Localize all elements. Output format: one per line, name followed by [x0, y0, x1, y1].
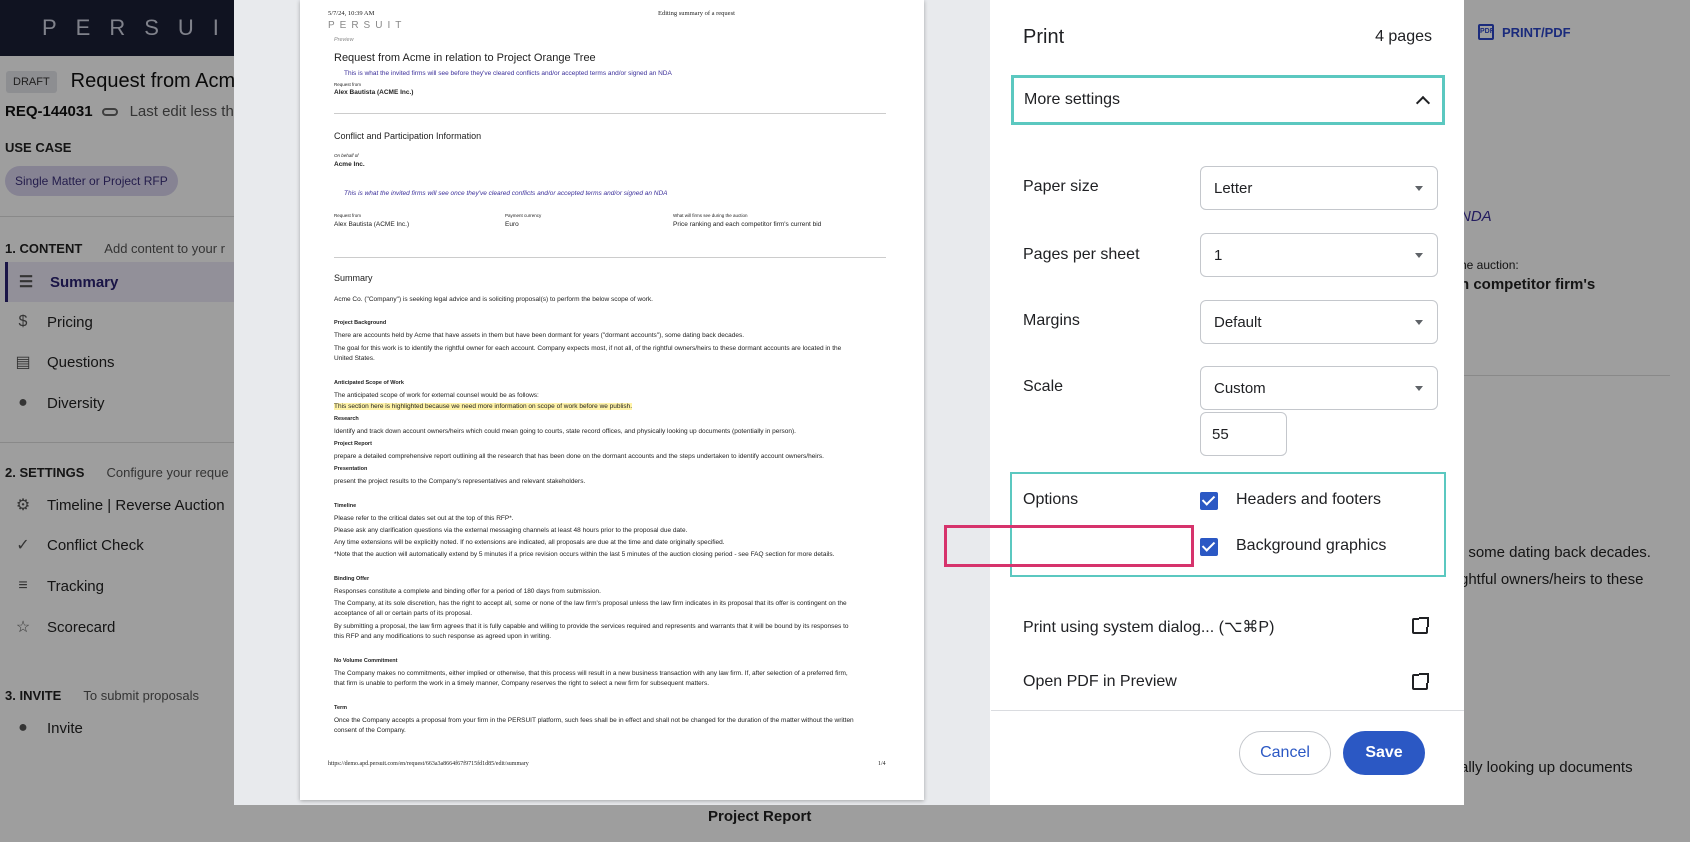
- paper-size-select[interactable]: Letter: [1200, 166, 1438, 210]
- preview-field-label: What will firms see during the auction: [673, 213, 748, 218]
- preview-text: By submitting a proposal, the law firm a…: [334, 623, 849, 630]
- preview-text: United States.: [334, 355, 375, 362]
- preview-notice: This is what the invited firms will see …: [344, 70, 672, 77]
- footer-divider: [991, 710, 1464, 711]
- preview-field-label: Request from: [334, 82, 362, 87]
- open-pdf-link[interactable]: Open PDF in Preview: [1023, 673, 1177, 691]
- scale-select[interactable]: Custom: [1200, 366, 1438, 410]
- preview-text: present the project results to the Compa…: [334, 478, 586, 485]
- preview-subheading: Project Background: [334, 320, 387, 326]
- preview-field-value: Euro: [505, 221, 519, 228]
- headers-footers-checkbox[interactable]: [1200, 492, 1218, 510]
- chevron-up-icon: [1415, 95, 1431, 110]
- preview-brand: PERSUIT: [328, 20, 407, 31]
- cancel-button[interactable]: Cancel: [1239, 731, 1331, 775]
- preview-heading: Conflict and Participation Information: [334, 131, 482, 141]
- print-settings-panel: Print 4 pages More settings Paper size L…: [991, 0, 1464, 805]
- print-title: Print: [1023, 26, 1065, 48]
- preview-subheading: Timeline: [334, 503, 357, 509]
- preview-field-label: On behalf of: [334, 153, 359, 158]
- dropdown-caret-icon: [1415, 386, 1423, 391]
- preview-text: that firm is unable to perform the work …: [334, 680, 709, 687]
- preview-subheading: Presentation: [334, 466, 368, 472]
- preview-footer-url: https://demo.apd.persuit.com/en/request/…: [328, 761, 529, 767]
- pages-per-sheet-value: 1: [1214, 246, 1223, 264]
- preview-text: prepare a detailed comprehensive report …: [334, 453, 824, 460]
- preview-text: Please ask any clarification questions v…: [334, 527, 688, 534]
- more-settings-label: More settings: [1024, 91, 1121, 108]
- preview-subheading: Research: [334, 416, 359, 422]
- preview-text: Once the Company accepts a proposal from…: [334, 717, 854, 724]
- preview-notice: This is what the invited firms will see …: [344, 190, 668, 197]
- headers-footers-label: Headers and footers: [1236, 491, 1381, 508]
- preview-text: The anticipated scope of work for extern…: [334, 392, 539, 399]
- margins-value: Default: [1214, 313, 1262, 331]
- pages-per-sheet-select[interactable]: 1: [1200, 233, 1438, 277]
- print-preview-pane: 5/7/24, 10:39 AM Editing summary of a re…: [234, 0, 990, 805]
- preview-header-title: Editing summary of a request: [658, 10, 735, 17]
- preview-header-date: 5/7/24, 10:39 AM: [328, 10, 375, 17]
- preview-text: Identify and track down account owners/h…: [334, 428, 796, 435]
- preview-text: this RFP and any modifications to such r…: [334, 633, 552, 640]
- scale-label: Scale: [1023, 378, 1064, 395]
- preview-text: There are accounts held by Acme that hav…: [334, 332, 745, 339]
- dropdown-caret-icon: [1415, 253, 1423, 258]
- system-dialog-link[interactable]: Print using system dialog... (⌥⌘P): [1023, 617, 1274, 637]
- scale-input[interactable]: 55: [1200, 412, 1287, 456]
- preview-text: consent of the Company.: [334, 727, 406, 734]
- print-dialog: 5/7/24, 10:39 AM Editing summary of a re…: [234, 0, 1464, 805]
- preview-title: Request from Acme in relation to Project…: [334, 52, 596, 64]
- preview-text: Responses constitute a complete and bind…: [334, 588, 601, 595]
- preview-field-value: Alex Bautista (ACME Inc.): [334, 89, 414, 96]
- preview-text: The Company, at its sole discretion, has…: [334, 600, 847, 607]
- external-link-icon[interactable]: [1412, 617, 1429, 634]
- preview-field-value: Price ranking and each competitor firm's…: [673, 221, 822, 228]
- preview-field-value: Acme Inc.: [334, 161, 365, 168]
- paper-size-value: Letter: [1214, 179, 1253, 197]
- background-graphics-highlight: [944, 525, 1194, 567]
- preview-text: Any time extensions will be explicitly n…: [334, 539, 725, 546]
- margins-select[interactable]: Default: [1200, 300, 1438, 344]
- preview-field-label: Request from: [334, 213, 362, 218]
- preview-text: acceptance of all or certain parts of it…: [334, 610, 473, 617]
- preview-label: Preview: [334, 37, 354, 43]
- save-button[interactable]: Save: [1343, 731, 1425, 775]
- dropdown-caret-icon: [1415, 186, 1423, 191]
- dropdown-caret-icon: [1415, 320, 1423, 325]
- preview-text: Please refer to the critical dates set o…: [334, 515, 514, 522]
- preview-subheading: Project Report: [334, 441, 372, 447]
- preview-divider: [334, 113, 886, 114]
- preview-subheading: No Volume Commitment: [334, 658, 398, 664]
- preview-highlight-text: This section here is highlighted because…: [334, 403, 633, 410]
- preview-text: The Company makes no commitments, either…: [334, 670, 848, 677]
- preview-page: 5/7/24, 10:39 AM Editing summary of a re…: [300, 0, 924, 800]
- paper-size-label: Paper size: [1023, 178, 1099, 195]
- margins-label: Margins: [1023, 312, 1080, 329]
- preview-field-value: Alex Bautista (ACME Inc.): [334, 221, 410, 228]
- preview-field-label: Payment currency: [505, 213, 542, 218]
- preview-text: Acme Co. ("Company") is seeking legal ad…: [334, 296, 653, 303]
- options-label: Options: [1023, 491, 1079, 508]
- background-graphics-label: Background graphics: [1236, 537, 1387, 554]
- pages-per-sheet-label: Pages per sheet: [1023, 246, 1140, 263]
- preview-subheading: Term: [334, 705, 348, 711]
- page-count: 4 pages: [1375, 28, 1432, 45]
- preview-subheading: Binding Offer: [334, 576, 370, 582]
- more-settings-toggle[interactable]: More settings: [1011, 75, 1445, 125]
- preview-subheading: Anticipated Scope of Work: [334, 380, 404, 386]
- preview-text: The goal for this work is to identify th…: [334, 345, 842, 352]
- preview-footer-page: 1/4: [878, 761, 886, 767]
- preview-heading: Summary: [334, 273, 373, 283]
- external-link-icon[interactable]: [1412, 673, 1429, 690]
- preview-divider: [334, 257, 886, 258]
- preview-text: *Note that the auction will automaticall…: [334, 551, 835, 558]
- scale-value: Custom: [1214, 379, 1266, 397]
- background-graphics-checkbox[interactable]: [1200, 538, 1218, 556]
